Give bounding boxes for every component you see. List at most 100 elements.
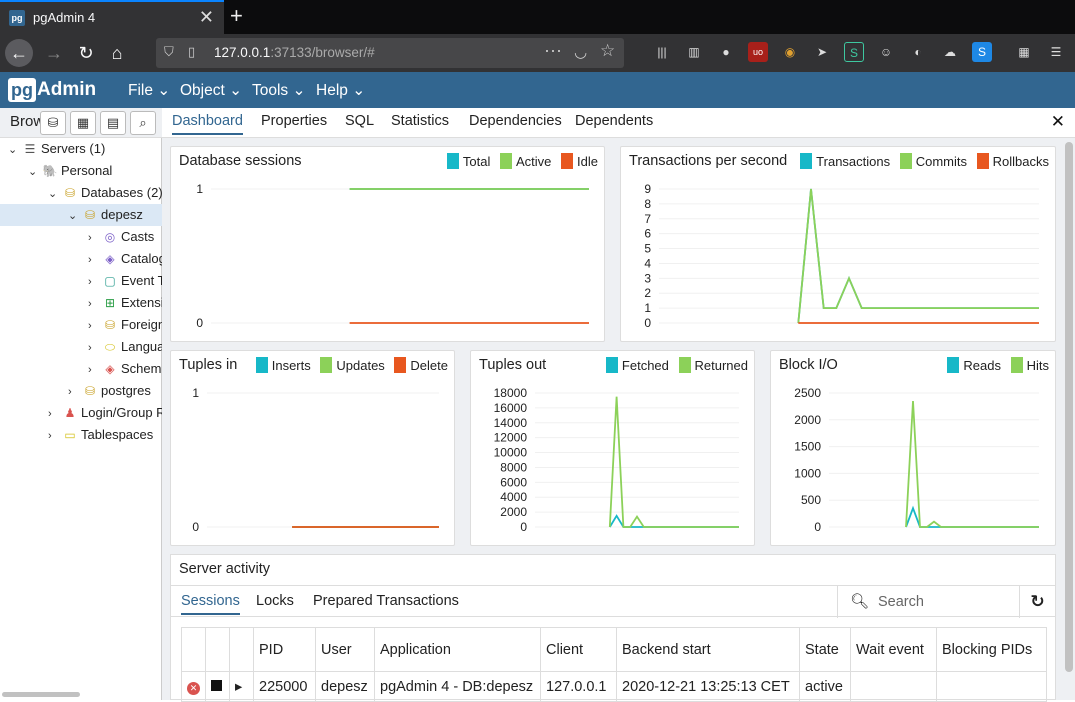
chevron-right-icon[interactable]: ›	[88, 249, 102, 271]
search-objects-icon[interactable]: ⌕	[130, 111, 156, 135]
y-tick-label: 1	[196, 182, 203, 196]
chevron-right-icon[interactable]: ›	[88, 337, 102, 359]
account-icon[interactable]: ●	[716, 42, 736, 62]
tab-statistics[interactable]: Statistics	[391, 113, 449, 129]
chevron-right-icon[interactable]: ›	[48, 425, 62, 447]
table-header-row: PID User Application Client Backend star…	[181, 627, 1047, 672]
shield-icon[interactable]: ⛉	[164, 44, 174, 60]
vertical-scrollbar[interactable]	[1065, 142, 1073, 672]
close-panel-icon[interactable]: ✕	[1051, 112, 1065, 132]
query-tool-icon[interactable]: ⛁	[40, 111, 66, 135]
chevron-right-icon[interactable]: ▸	[235, 679, 242, 695]
tree-item[interactable]: › ▭ Tablespaces	[0, 424, 162, 446]
tree-item[interactable]: ⌄ ⛁ Databases (2)	[0, 182, 163, 205]
filtered-rows-icon[interactable]: ▤	[100, 111, 126, 135]
chevron-down-icon[interactable]: ⌄	[48, 183, 62, 205]
pocket-icon[interactable]: ◡	[574, 43, 587, 61]
header-cancel	[181, 627, 206, 672]
new-tab-icon[interactable]: +	[230, 3, 243, 29]
url-text[interactable]: 127.0.0.1:37133/browser/#	[214, 45, 375, 60]
tree-item[interactable]: › ◎ Casts	[0, 226, 162, 248]
tree-item[interactable]: › ◈ Catalog	[0, 248, 166, 271]
header-wait-event[interactable]: Wait event	[850, 627, 937, 672]
extension-cloud-icon[interactable]: ☁	[940, 42, 960, 62]
tree-item[interactable]: › ⛁ Foreign	[0, 314, 165, 337]
chevron-right-icon[interactable]: ›	[88, 271, 102, 293]
chevron-right-icon[interactable]: ›	[88, 227, 102, 249]
home-icon[interactable]: ⌂	[103, 39, 131, 67]
ublock-icon[interactable]: uo	[748, 42, 768, 62]
chevron-right-icon[interactable]: ›	[88, 293, 102, 315]
bookmark-star-icon[interactable]: ☆	[600, 41, 615, 61]
tree-item[interactable]: ⌄ ⛁ depesz	[0, 204, 162, 226]
tree-item[interactable]: › ⛁ postgres	[0, 380, 162, 402]
chevron-right-icon[interactable]: ›	[88, 359, 102, 381]
tab-sql[interactable]: SQL	[345, 113, 374, 129]
terminate-session-icon[interactable]	[211, 679, 222, 691]
chevron-right-icon[interactable]: ›	[68, 381, 82, 403]
forward-arrow-icon[interactable]: →	[40, 39, 68, 67]
header-blocking-pids[interactable]: Blocking PIDs	[936, 627, 1047, 672]
reload-icon[interactable]: ↻	[72, 39, 100, 67]
tree-item-label: Extensi	[121, 295, 164, 310]
tab-dependents[interactable]: Dependents	[575, 113, 653, 129]
extension-mask-icon[interactable]: ◐	[908, 42, 928, 62]
header-backend-start[interactable]: Backend start	[616, 627, 800, 672]
expand-row-cell[interactable]: ▸	[229, 671, 254, 702]
chevron-right-icon[interactable]: ›	[88, 315, 102, 337]
tree-item[interactable]: ⌄ 🐘 Personal	[0, 160, 162, 182]
refresh-icon[interactable]: ↻	[1019, 586, 1055, 618]
view-data-icon[interactable]: ▦	[70, 111, 96, 135]
horizontal-scrollbar[interactable]	[2, 692, 80, 697]
terminate-session-cell[interactable]	[205, 671, 230, 702]
tampermonkey-icon[interactable]: ◉	[780, 42, 800, 62]
tree-item[interactable]: › ◈ Schem	[0, 358, 162, 380]
extension-s-icon[interactable]: S	[972, 42, 992, 62]
tab-sessions[interactable]: Sessions	[181, 593, 240, 615]
page-actions-icon[interactable]: ···	[544, 40, 562, 61]
tab-dashboard[interactable]: Dashboard	[172, 113, 243, 135]
tab-prepared-transactions[interactable]: Prepared Transactions	[313, 593, 459, 609]
header-state[interactable]: State	[799, 627, 851, 672]
menu-tools[interactable]: Tools ⌄	[252, 81, 306, 100]
y-tick-label: 10000	[494, 446, 528, 460]
y-tick-label: 8000	[500, 460, 527, 474]
chevron-right-icon[interactable]: ›	[48, 403, 62, 425]
cancel-query-cell[interactable]: ✕	[181, 671, 206, 702]
tree-item[interactable]: ⌄ ☰ Servers (1)	[0, 138, 162, 160]
extension-face-icon[interactable]: ☺	[876, 42, 896, 62]
menu-object[interactable]: Object ⌄	[180, 81, 242, 100]
header-application[interactable]: Application	[374, 627, 541, 672]
tab-properties[interactable]: Properties	[261, 113, 327, 129]
browser-panel: Brow ⛁ ▦ ▤ ⌕ ⌄ ☰ Servers (1) ⌄ 🐘 Personal ⌄ ⛁ Da…	[0, 108, 166, 700]
menu-file[interactable]: File ⌄	[128, 81, 170, 100]
library-icon[interactable]: |||	[652, 42, 672, 62]
url-host: 127.0.0.1	[214, 45, 271, 60]
tree-item[interactable]: › ⬭ Langua	[0, 336, 164, 359]
chevron-down-icon[interactable]: ⌄	[28, 161, 42, 183]
search-input[interactable]	[878, 590, 1014, 614]
cancel-query-icon[interactable]: ✕	[187, 681, 200, 695]
tree-item[interactable]: › ♟ Login/Group R	[0, 402, 166, 425]
header-client[interactable]: Client	[540, 627, 617, 672]
hamburger-menu-icon[interactable]: ☰	[1046, 42, 1066, 62]
menu-help[interactable]: Help ⌄	[316, 81, 365, 100]
page-info-icon[interactable]: ▯	[188, 44, 195, 60]
tab-locks[interactable]: Locks	[256, 593, 294, 609]
chevron-down-icon[interactable]: ⌄	[68, 205, 82, 227]
sidebar-icon[interactable]: ▥	[684, 42, 704, 62]
server-activity-panel: Server activity Sessions Locks Prepared …	[170, 554, 1056, 702]
chevron-down-icon[interactable]: ⌄	[8, 139, 22, 161]
tab-dependencies[interactable]: Dependencies	[469, 113, 562, 129]
tree-item[interactable]: › ⊞ Extensi	[0, 292, 164, 315]
extension-arrows-icon[interactable]: ➤	[812, 42, 832, 62]
tree-item[interactable]: › ▢ Event T	[0, 270, 166, 293]
url-bar[interactable]: ⛉ ▯ 127.0.0.1:37133/browser/# ··· ◡ ☆	[156, 38, 624, 68]
stylus-icon[interactable]: S	[844, 42, 864, 62]
extensions-puzzle-icon[interactable]: ▦	[1014, 42, 1034, 62]
browser-tab[interactable]: pg pgAdmin 4 ✕	[0, 0, 224, 34]
header-pid[interactable]: PID	[253, 627, 316, 672]
header-user[interactable]: User	[315, 627, 375, 672]
close-tab-icon[interactable]: ✕	[199, 7, 214, 28]
back-arrow-icon[interactable]: ←	[5, 39, 33, 67]
